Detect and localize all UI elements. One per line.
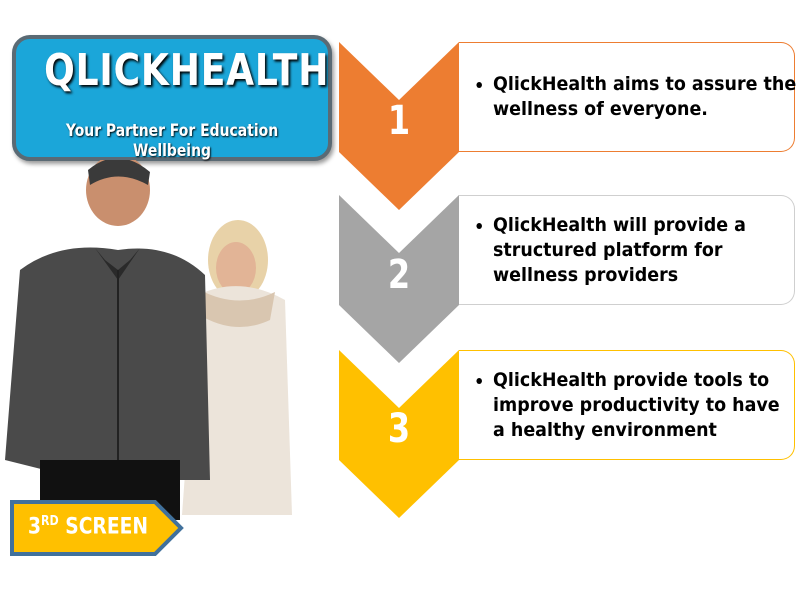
step-2-number: 2 — [387, 252, 411, 298]
step-3-number: 3 — [387, 406, 411, 452]
step-1-box: QlickHealth aims to assure the wellness … — [459, 42, 797, 152]
step-2-box: QlickHealth will provide a structured pl… — [459, 195, 795, 305]
step-2-text: QlickHealth will provide a structured pl… — [493, 213, 797, 288]
logo-subtitle: Your Partner For Education Wellbeing — [65, 121, 279, 161]
screen-badge-label: 3RD SCREEN — [28, 514, 149, 540]
step-1-text: QlickHealth aims to assure the wellness … — [493, 72, 797, 122]
step-3-box: QlickHealth provide tools to improve pro… — [459, 350, 795, 460]
logo-banner: QLICKHEALTH Your Partner For Education W… — [12, 35, 332, 161]
couple-photo — [5, 160, 292, 520]
step-3-text: QlickHealth provide tools to improve pro… — [493, 368, 797, 443]
step-1-number: 1 — [387, 98, 411, 144]
logo-title: QLICKHEALTH — [44, 45, 330, 96]
